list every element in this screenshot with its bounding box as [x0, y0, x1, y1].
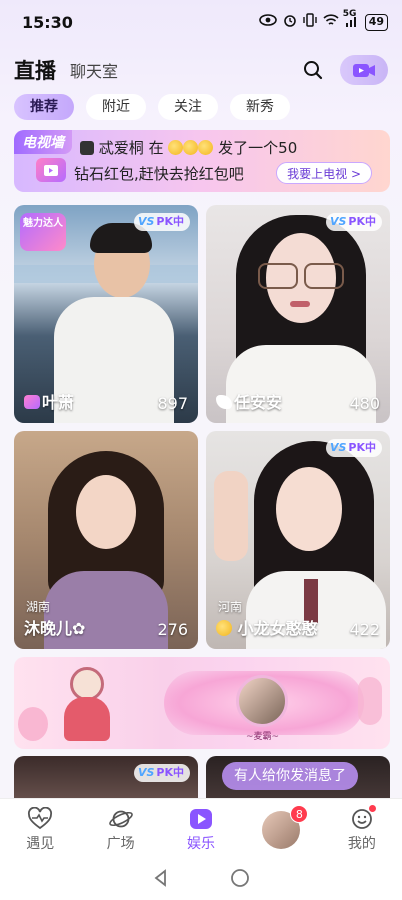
banner-message-line2: 钻石红包,赶快去抢红包吧 [74, 165, 244, 183]
nav-square[interactable]: 广场 [80, 799, 160, 860]
pk-badge: VS PK中 [133, 213, 190, 231]
subtab-following[interactable]: 关注 [158, 94, 218, 120]
notification-dot [368, 805, 376, 812]
host-avatar [236, 675, 288, 727]
streamer-name: 任安安 [216, 389, 282, 413]
back-icon[interactable] [152, 869, 170, 891]
viewer-count: 480 [349, 394, 380, 413]
location-label: 河南 [218, 600, 243, 614]
wifi-icon [323, 13, 339, 31]
subtab-nearby[interactable]: 附近 [86, 94, 146, 120]
planet-icon [108, 810, 133, 828]
emoji-icon [198, 140, 214, 155]
pk-badge: VS PK中 [325, 213, 382, 231]
bottom-nav: 遇见 广场 娱乐 8 我的 [0, 798, 402, 860]
nav-meet[interactable]: 遇见 [0, 799, 80, 860]
home-icon[interactable] [230, 868, 250, 892]
avatar: 8 [262, 805, 309, 849]
streamer-name: 叶萧 [24, 389, 74, 413]
karaoke-promo-banner[interactable]: ~麦霸~ [14, 657, 390, 749]
wing-icon [216, 395, 232, 409]
streamer-name: 小龙女憨憨 [216, 615, 318, 639]
vibrate-icon [302, 13, 317, 31]
nav-entertainment[interactable]: 娱乐 [161, 799, 241, 860]
live-card[interactable]: 魅力达人 VS PK中 叶萧 897 [14, 205, 198, 423]
tab-chatroom[interactable]: 聊天室 [70, 58, 118, 82]
pk-badge: VS PK中 [325, 439, 382, 457]
live-card[interactable]: VS PK中 任安安 480 [206, 205, 390, 423]
alarm-icon [283, 13, 297, 31]
pk-badge: VS PK中 [133, 764, 190, 782]
nav-mine[interactable]: 我的 [322, 799, 402, 860]
subtab-newcomer[interactable]: 新秀 [230, 94, 290, 120]
play-icon [190, 809, 213, 829]
tv-wall-tag: 电视墙 [14, 130, 72, 154]
promo-label: ~麦霸~ [246, 732, 280, 742]
eye-icon [258, 14, 277, 30]
viewer-count: 276 [157, 620, 188, 639]
tv-wall-banner[interactable]: 电视墙 忒爱桐 在 发了一个50 钻石红包,赶快去抢红包吧 我要上电视 > [14, 130, 390, 192]
location-label: 湖南 [26, 600, 51, 614]
new-message-toast[interactable]: 有人给你发消息了 [222, 762, 358, 790]
status-bar: 15:30 5G 49 [0, 0, 402, 44]
start-live-button[interactable] [340, 55, 388, 85]
sender-avatar-icon [80, 141, 94, 155]
emoji-icon [183, 140, 199, 155]
heartbeat-icon [28, 807, 53, 830]
sub-tabs: 推荐 附近 关注 新秀 [14, 94, 290, 120]
search-icon [304, 61, 323, 80]
video-camera-icon [353, 64, 375, 77]
status-time: 15:30 [22, 12, 73, 32]
live-card[interactable]: VS PK中 河南 小龙女憨憨 422 [206, 431, 390, 649]
tab-live[interactable]: 直播 [14, 55, 56, 85]
nav-avatar-messages[interactable]: 8 [241, 799, 321, 860]
live-card[interactable]: 湖南 沐晚儿✿ 276 [14, 431, 198, 649]
go-on-tv-button[interactable]: 我要上电视 > [276, 162, 372, 184]
diamond-heart-icon [24, 395, 40, 409]
unread-badge: 8 [290, 805, 309, 823]
viewer-count: 422 [349, 620, 380, 639]
system-nav-bar [0, 860, 402, 900]
sad-emoji-icon [216, 620, 232, 636]
banner-message-line1: 忒爱桐 在 发了一个50 [80, 137, 297, 158]
search-button[interactable] [300, 57, 326, 83]
status-icons: 5G 49 [258, 9, 388, 31]
streamer-name: 沐晚儿✿ [24, 619, 86, 638]
cartoon-girl-icon [60, 667, 114, 741]
battery-indicator: 49 [364, 13, 388, 31]
top-header: 直播 聊天室 [0, 50, 402, 90]
emoji-icon [168, 140, 184, 155]
charm-badge-icon: 魅力达人 [20, 213, 66, 251]
signal-icon: 5G [343, 9, 359, 30]
subtab-recommend[interactable]: 推荐 [14, 94, 74, 120]
viewer-count: 897 [157, 394, 188, 413]
